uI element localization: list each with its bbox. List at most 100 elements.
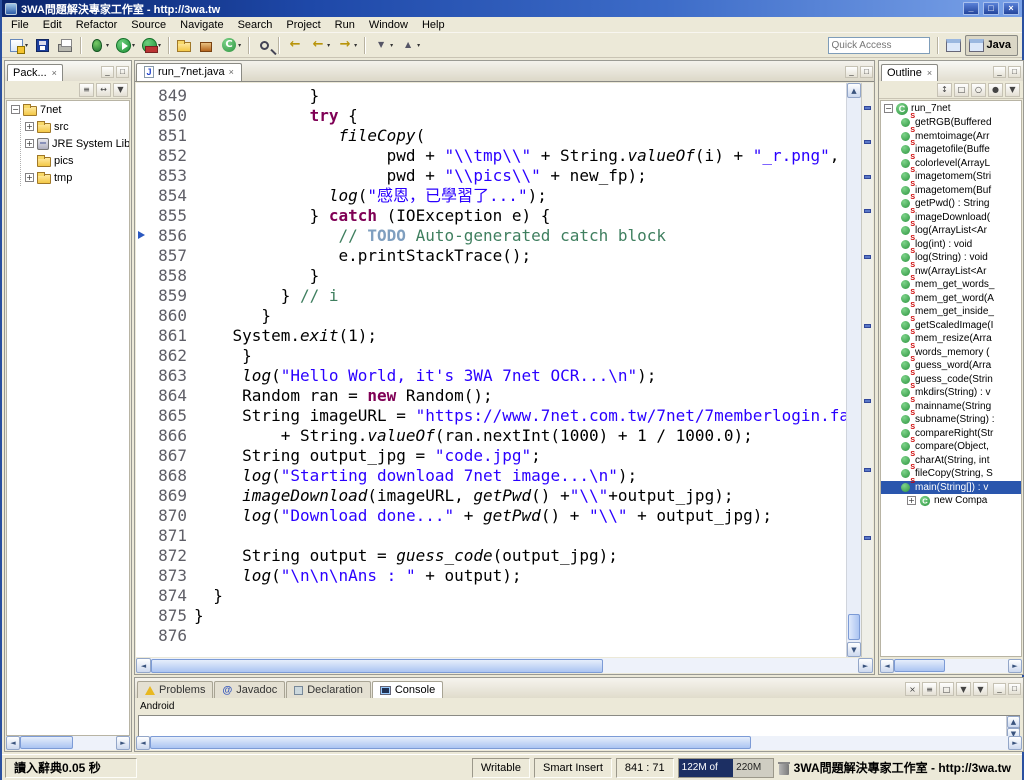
menu-navigate[interactable]: Navigate [173,18,230,32]
scroll-left-icon[interactable]: ◄ [136,658,151,673]
editor-tab-run-7net[interactable]: run_7net.java × [136,63,242,81]
run-button[interactable]: ▾ [113,35,138,56]
close-tab-icon[interactable]: × [229,67,234,77]
close-view-icon[interactable]: × [927,68,932,78]
tree-item-7net[interactable]: − 7net [7,101,129,118]
menu-refactor[interactable]: Refactor [69,18,125,32]
outline-root-item[interactable]: − run_7net [881,101,1021,116]
tree-item-tmp[interactable]: + tmp [21,169,129,186]
outline-item-log-string-void[interactable]: log(String) : void [881,248,1021,265]
scroll-left-icon[interactable]: ◄ [6,736,20,750]
scrollbar-thumb[interactable] [20,736,73,749]
scroll-left-icon[interactable]: ◄ [136,736,150,750]
outline-item-compareright-str[interactable]: compareRight(Str [881,424,1021,441]
minimize-window-button[interactable]: _ [963,2,979,15]
outline-item-nw-arraylist-ar[interactable]: nw(ArrayList<Ar [881,262,1021,279]
last-edit-location-button[interactable]: ← [284,35,306,56]
scroll-right-icon[interactable]: ► [1008,659,1022,673]
new-class-button[interactable]: ▾ [218,35,244,56]
outline-item-new-compa[interactable]: + new Compa [881,494,1021,508]
scroll-left-icon[interactable]: ◄ [880,659,894,673]
collapse-all-button[interactable]: ≡ [79,82,94,97]
tree-item-jre-system-lib[interactable]: + JRE System Lib [21,135,129,152]
outline-item-subname-string-[interactable]: subname(String) : [881,410,1021,427]
debug-button[interactable]: ▾ [86,35,112,56]
new-java-project-button[interactable] [174,35,194,56]
expand-icon[interactable]: + [25,173,34,182]
outline-item-charat-string-int[interactable]: charAt(String, int [881,451,1021,468]
outline-item-mem-get-inside-[interactable]: mem_get_inside_ [881,302,1021,319]
save-button[interactable] [32,35,53,56]
outline-item-mem-resize-arra[interactable]: mem_resize(Arra [881,329,1021,346]
outline-item-mem-get-words-[interactable]: mem_get_words_ [881,275,1021,292]
expand-icon[interactable]: + [25,122,34,131]
scrollbar-thumb[interactable] [150,736,751,749]
hide-nonpublic-button[interactable]: ● [988,82,1003,97]
outline-item-imagedownload-[interactable]: imageDownload( [881,208,1021,225]
code-area[interactable]: } try { fileCopy( pwd + "\\tmp\\" + Stri… [194,83,846,657]
link-with-editor-button[interactable]: ↔ [96,82,111,97]
scrollbar-track[interactable] [847,98,861,642]
close-window-button[interactable]: × [1003,2,1019,15]
editor-vertical-scrollbar[interactable]: ▲ ▼ [846,83,861,657]
outline-item-getrgb-buffered[interactable]: getRGB(Buffered [881,113,1021,130]
menu-run[interactable]: Run [328,18,362,32]
search-button[interactable] [254,35,274,56]
outline-tab[interactable]: Outline × [881,64,939,81]
next-annotation-button[interactable]: ▼ ▾ [370,35,396,56]
forward-button[interactable]: → ▾ [334,35,360,56]
scroll-right-icon[interactable]: ► [116,736,130,750]
editor-horizontal-scrollbar[interactable]: ◄ ► [136,658,873,673]
new-package-button[interactable] [195,35,217,56]
scrollbar-thumb[interactable] [848,614,860,640]
outline-item-mainname-string[interactable]: mainname(String [881,397,1021,414]
outline-item-compare-object-[interactable]: compare(Object, [881,437,1021,454]
scroll-up-icon[interactable]: ▲ [847,83,861,98]
minimize-editor-button[interactable]: _ [845,66,858,78]
minimize-view-button[interactable]: _ [101,66,114,78]
menu-help[interactable]: Help [415,18,452,32]
maximize-view-button[interactable]: □ [116,66,129,78]
editor-body[interactable]: 849 850 851 852 853 854 855 856 857 858 859 860 861 8… [136,83,873,657]
outline-item-imagetofile-buffe[interactable]: imagetofile(Buffe [881,140,1021,157]
package-explorer-hscrollbar[interactable]: ◄ ► [6,736,130,750]
expand-icon[interactable]: + [907,496,916,506]
collapse-icon[interactable]: − [11,105,20,114]
tab-declaration[interactable]: Declaration [286,681,371,698]
maximize-view-button[interactable]: □ [1008,683,1021,695]
display-selected-console-button[interactable]: ▼ [956,682,971,696]
scrollbar-thumb[interactable] [894,659,946,672]
open-perspective-icon[interactable] [945,38,961,52]
menu-source[interactable]: Source [124,18,173,32]
scroll-right-icon[interactable]: ► [858,658,873,673]
outline-item-mkdirs-string-v[interactable]: mkdirs(String) : v [881,383,1021,400]
tab-javadoc[interactable]: Javadoc [214,681,286,698]
expand-icon[interactable]: + [25,139,34,148]
print-button[interactable] [54,35,76,56]
outline-tree[interactable]: − run_7net getRGB(Bufferedmemtoimage(Arr… [880,100,1022,657]
back-button[interactable]: ← ▾ [307,35,333,56]
outline-item-guess-word-arra[interactable]: guess_word(Arra [881,356,1021,373]
tab-problems[interactable]: Problems [137,681,214,698]
outline-item-imagetomem-stri[interactable]: imagetomem(Stri [881,167,1021,184]
menu-search[interactable]: Search [231,18,280,32]
outline-item-colorlevel-arrayl[interactable]: colorlevel(ArrayL [881,154,1021,171]
package-explorer-tab[interactable]: Pack... × [7,64,63,81]
scroll-lock-button[interactable]: ≡ [922,682,937,696]
outline-item-filecopy-string-s[interactable]: fileCopy(String, S [881,464,1021,481]
outline-hscrollbar[interactable]: ◄ ► [880,659,1022,673]
scroll-right-icon[interactable]: ► [1008,736,1022,750]
hide-fields-button[interactable]: □ [954,82,969,97]
clear-console-button[interactable]: × [905,682,920,696]
outline-item-getscaledimage-i[interactable]: getScaledImage(I [881,316,1021,333]
sort-button[interactable]: ↕ [937,82,952,97]
collapse-icon[interactable]: − [884,104,893,113]
java-perspective-button[interactable]: Java [964,34,1018,56]
maximize-window-button[interactable]: □ [983,2,999,15]
package-explorer-tree[interactable]: − 7net + src + JRE System Lib pics + tmp [6,100,130,736]
outline-item-log-int-void[interactable]: log(int) : void [881,235,1021,252]
pin-console-button[interactable]: □ [939,682,954,696]
scroll-down-icon[interactable]: ▼ [847,642,861,657]
maximize-view-button[interactable]: □ [1008,66,1021,78]
view-menu-button[interactable]: ▼ [1005,82,1020,97]
